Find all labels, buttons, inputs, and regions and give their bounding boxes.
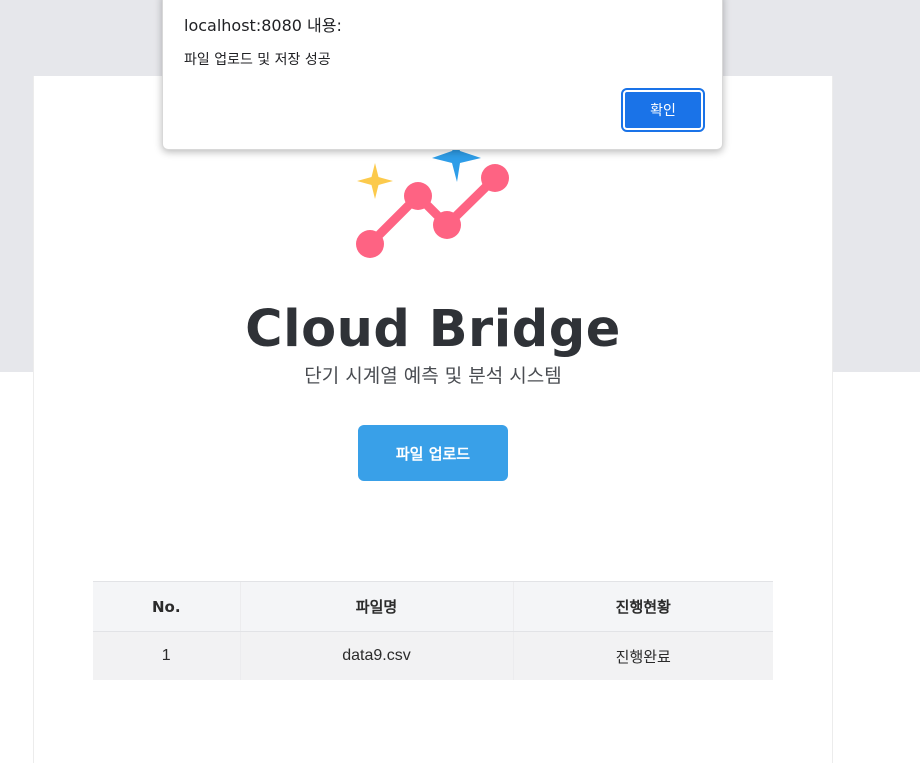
file-status-table: No. 파일명 진행현황 1 data9.csv 진행완료 — [93, 581, 773, 680]
alert-dialog: localhost:8080 내용: 파일 업로드 및 저장 성공 확인 — [162, 0, 723, 150]
dialog-ok-button[interactable]: 확인 — [621, 88, 705, 132]
app-title: Cloud Bridge — [245, 300, 621, 359]
cell-no: 1 — [93, 631, 240, 680]
dialog-title: localhost:8080 내용: — [184, 16, 342, 35]
column-header-filename: 파일명 — [239, 581, 513, 632]
column-header-no: No. — [93, 581, 240, 632]
app-subtitle: 단기 시계열 예측 및 분석 시스템 — [304, 365, 562, 387]
file-upload-button[interactable]: 파일 업로드 — [358, 425, 508, 481]
dialog-message: 파일 업로드 및 저장 성공 — [184, 52, 331, 68]
chart-line-icon — [365, 173, 500, 249]
cell-filename: data9.csv — [239, 631, 513, 680]
sparkle-yellow-icon — [357, 163, 393, 199]
cell-status: 진행완료 — [512, 631, 773, 680]
table-header-row: No. 파일명 진행현황 — [93, 581, 773, 632]
column-header-status: 진행현황 — [512, 581, 773, 632]
table-row: 1 data9.csv 진행완료 — [93, 631, 773, 680]
logo-icon — [356, 143, 509, 258]
